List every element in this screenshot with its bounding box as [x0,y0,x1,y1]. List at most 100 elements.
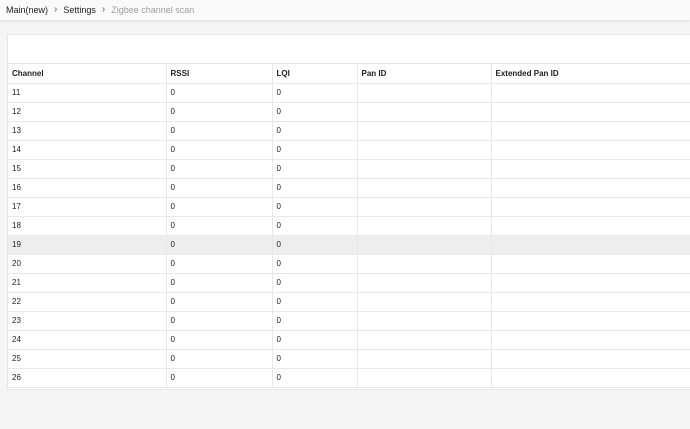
cell-extended-pan-id [490,83,690,103]
cell-lqi: 0 [271,140,357,160]
cell-rssi: 0 [165,178,272,198]
cell-extended-pan-id [490,178,690,198]
column-header-lqi[interactable]: LQI [271,64,357,84]
cell-lqi: 0 [271,216,357,236]
cell-rssi: 0 [165,83,272,103]
table-row[interactable]: 14 0 0 [8,140,690,160]
column-header-rssi[interactable]: RSSI [165,64,272,84]
cell-pan-id [356,368,491,388]
cell-channel: 19 [8,235,166,255]
breadcrumb-current-page: Zigbee channel scan [111,5,195,15]
table-row[interactable]: 19 0 0 [8,235,690,255]
table-row[interactable]: 20 0 0 [8,254,690,274]
cell-pan-id [356,216,491,236]
table-row[interactable]: 15 0 0 [8,159,690,179]
cell-rssi: 0 [165,254,272,274]
cell-pan-id [356,349,491,369]
cell-lqi: 0 [271,178,357,198]
cell-lqi: 0 [271,330,357,350]
cell-channel: 24 [8,330,166,350]
table-row[interactable]: 16 0 0 [8,178,690,198]
cell-extended-pan-id [490,368,690,388]
cell-rssi: 0 [165,349,272,369]
table-row[interactable]: 22 0 0 [8,292,690,312]
cell-pan-id [356,197,491,217]
table-row[interactable]: 25 0 0 [8,349,690,369]
cell-extended-pan-id [490,349,690,369]
cell-rssi: 0 [165,368,272,388]
table-row[interactable]: 17 0 0 [8,197,690,217]
cell-extended-pan-id [490,254,690,274]
cell-channel: 23 [8,311,166,331]
column-header-extended-pan-id[interactable]: Extended Pan ID [490,64,690,84]
column-header-pan-id[interactable]: Pan ID [356,64,491,84]
cell-pan-id [356,311,491,331]
cell-pan-id [356,254,491,274]
cell-rssi: 0 [165,140,272,160]
chevron-right-icon: › [54,4,58,15]
cell-lqi: 0 [271,273,357,293]
cell-pan-id [356,159,491,179]
cell-rssi: 0 [165,235,272,255]
cell-extended-pan-id [490,273,690,293]
cell-pan-id [356,140,491,160]
table-row[interactable]: 24 0 0 [8,330,690,350]
cell-extended-pan-id [490,197,690,217]
channel-scan-table: Channel RSSI LQI Pan ID Extended Pan ID … [8,64,690,388]
cell-pan-id [356,102,491,122]
breadcrumb-main[interactable]: Main(new) [0,5,48,15]
cell-channel: 15 [8,159,166,179]
column-header-channel[interactable]: Channel [8,64,166,84]
table-row[interactable]: 12 0 0 [8,102,690,122]
table-toolbar [8,35,690,64]
breadcrumb-settings[interactable]: Settings [57,5,96,15]
cell-channel: 12 [8,102,166,122]
channel-scan-card: Channel RSSI LQI Pan ID Extended Pan ID … [7,34,690,390]
cell-rssi: 0 [165,273,272,293]
cell-extended-pan-id [490,159,690,179]
cell-pan-id [356,292,491,312]
cell-channel: 16 [8,178,166,198]
cell-extended-pan-id [490,216,690,236]
cell-channel: 18 [8,216,166,236]
cell-channel: 22 [8,292,166,312]
cell-channel: 26 [8,368,166,388]
cell-rssi: 0 [165,159,272,179]
cell-lqi: 0 [271,349,357,369]
cell-lqi: 0 [271,254,357,274]
cell-channel: 13 [8,121,166,141]
cell-lqi: 0 [271,83,357,103]
table-row[interactable]: 11 0 0 [8,83,690,103]
cell-pan-id [356,83,491,103]
cell-lqi: 0 [271,292,357,312]
cell-rssi: 0 [165,216,272,236]
cell-channel: 14 [8,140,166,160]
cell-pan-id [356,121,491,141]
cell-pan-id [356,235,491,255]
chevron-right-icon: › [101,4,106,15]
cell-lqi: 0 [271,102,357,122]
cell-extended-pan-id [490,330,690,350]
cell-rssi: 0 [165,197,272,217]
cell-channel: 17 [8,197,166,217]
cell-extended-pan-id [490,121,690,141]
cell-lqi: 0 [271,235,357,255]
cell-channel: 25 [8,349,166,369]
table-row[interactable]: 26 0 0 [8,368,690,388]
cell-extended-pan-id [490,102,690,122]
breadcrumb: Main(new) › Settings › Zigbee channel sc… [0,0,690,21]
cell-extended-pan-id [490,311,690,331]
table-row[interactable]: 18 0 0 [8,216,690,236]
cell-lqi: 0 [271,197,357,217]
table-body: 11 0 0 12 0 0 13 0 0 14 0 0 15 0 0 16 0 0 17 0 0 18 0 0 19 0 0 20 0 0… [8,83,690,388]
cell-extended-pan-id [490,235,690,255]
cell-channel: 20 [8,254,166,274]
table-row[interactable]: 23 0 0 [8,311,690,331]
cell-lqi: 0 [271,311,357,331]
cell-pan-id [356,330,491,350]
cell-extended-pan-id [490,292,690,312]
table-row[interactable]: 21 0 0 [8,273,690,293]
table-row[interactable]: 13 0 0 [8,121,690,141]
cell-rssi: 0 [165,102,272,122]
cell-lqi: 0 [271,368,357,388]
